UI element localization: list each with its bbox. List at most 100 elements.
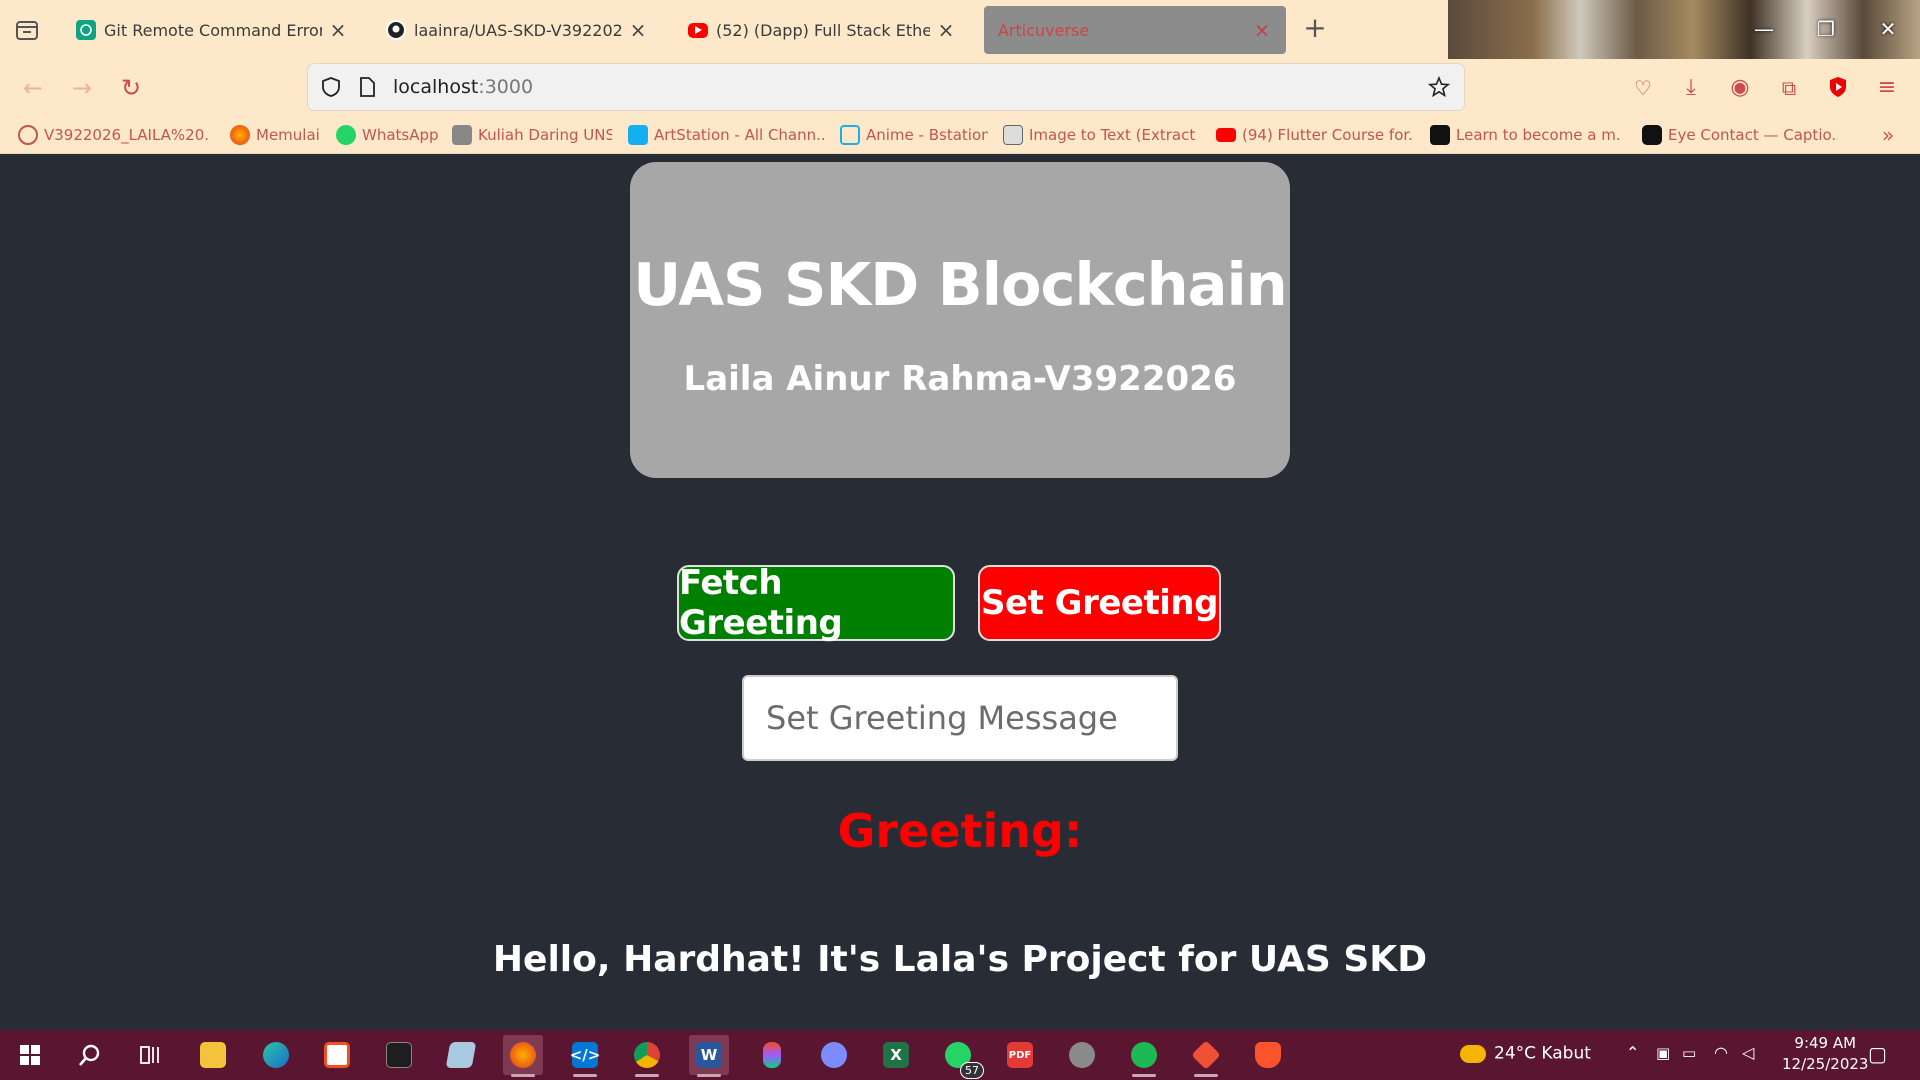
weather-icon (1460, 1044, 1486, 1063)
tab-title: Git Remote Command Error (104, 20, 322, 40)
title-bar-wallpaper (1448, 0, 1920, 59)
fetch-greeting-button[interactable]: Fetch Greeting (677, 563, 955, 643)
weather-text: 24°C Kabut (1494, 1043, 1591, 1064)
greeting-message-input[interactable] (742, 675, 1178, 761)
word-icon[interactable]: W (689, 1035, 729, 1077)
clock[interactable]: 9:49 AM 12/25/2023 (1782, 1033, 1868, 1075)
terminal-icon[interactable] (379, 1035, 419, 1075)
windows-taskbar: </> W X 57 PDF 24°C Kabut ⌃ ▣ ▭ ◠ ◁ 9:49… (0, 1030, 1920, 1080)
whatsapp-icon (336, 125, 356, 145)
openai-icon (76, 20, 96, 40)
bookmark-item[interactable]: V3922026_LAILA%20... (18, 124, 208, 146)
reload-icon[interactable]: ↻ (118, 75, 144, 101)
bookmark-item[interactable]: ArtStation - All Chann... (628, 124, 824, 146)
tab-articuverse-active[interactable]: Articuverse × (984, 6, 1286, 54)
running-indicator (573, 1074, 597, 1077)
bookmark-label: Image to Text (Extract ... (1029, 126, 1201, 144)
bookmark-label: (94) Flutter Course for... (1242, 126, 1412, 144)
battery-icon[interactable]: ▭ (1682, 1044, 1696, 1062)
task-view-icon[interactable] (130, 1035, 170, 1075)
author-subtitle: Laila Ainur Rahma-V3922026 (683, 359, 1237, 399)
bookmark-item[interactable]: Eye Contact — Captio... (1642, 124, 1838, 146)
back-icon[interactable]: ← (20, 75, 46, 101)
bookmark-item[interactable]: Learn to become a m... (1430, 124, 1622, 146)
bookmark-label: Kuliah Daring UNS (478, 126, 612, 144)
brave-icon[interactable] (1248, 1035, 1288, 1075)
bookmark-item[interactable]: Image to Text (Extract ... (1003, 124, 1201, 146)
set-greeting-button[interactable]: Set Greeting (978, 565, 1221, 641)
youtube-extension-icon[interactable] (1825, 75, 1851, 101)
volume-icon[interactable]: ◁ (1742, 1043, 1754, 1062)
extensions-icon[interactable]: ⧉ (1776, 75, 1802, 101)
notification-badge: 57 (960, 1062, 984, 1079)
running-indicator (1194, 1074, 1218, 1077)
weather-widget[interactable]: 24°C Kabut (1460, 1043, 1591, 1064)
tab-youtube[interactable]: (52) (Dapp) Full Stack Ethereum × (674, 6, 970, 54)
spotify-icon[interactable] (1124, 1035, 1164, 1077)
greeting-message: Hello, Hardhat! It's Lala's Project for … (492, 939, 1428, 980)
bookmark-label: Anime - Bstation (866, 126, 988, 144)
git-icon[interactable] (1186, 1035, 1226, 1077)
captions-icon (1642, 125, 1662, 145)
show-hidden-icons[interactable]: ⌃ (1626, 1043, 1639, 1062)
tab-github[interactable]: laainra/UAS-SKD-V3922026-LAI × (372, 6, 662, 54)
figma-icon[interactable] (752, 1035, 792, 1075)
header-card: UAS SKD Blockchain Laila Ainur Rahma-V39… (630, 162, 1290, 478)
app-icon[interactable] (1062, 1035, 1102, 1075)
tab-chatgpt[interactable]: Git Remote Command Error × (62, 6, 362, 54)
firefox-taskbar-icon[interactable] (503, 1035, 543, 1077)
notifications-icon[interactable]: ▢ (1868, 1042, 1887, 1066)
bookmarks-toolbar: V3922026_LAILA%20... Memulai WhatsApp Ku… (0, 117, 1920, 154)
excel-icon[interactable]: X (876, 1035, 916, 1075)
file-explorer-icon[interactable] (193, 1035, 233, 1075)
downloads-icon[interactable]: ⤓ (1678, 75, 1704, 101)
bookmark-item[interactable]: (94) Flutter Course for... (1216, 124, 1412, 146)
active-indicator (511, 1074, 535, 1077)
close-tab-icon[interactable]: × (628, 20, 648, 40)
account-icon[interactable]: ◉ (1727, 75, 1753, 101)
greeting-label: Greeting: (837, 804, 1083, 858)
pocket-icon[interactable]: ♡ (1630, 75, 1656, 101)
clock-date: 12/25/2023 (1782, 1055, 1869, 1073)
meet-now-icon[interactable]: ▣ (1656, 1044, 1670, 1062)
wifi-icon[interactable]: ◠ (1714, 1043, 1728, 1062)
shield-icon[interactable] (320, 76, 342, 98)
bilibili-icon (840, 125, 860, 145)
close-window-icon[interactable]: ✕ (1870, 14, 1906, 44)
restore-icon[interactable]: ❐ (1808, 14, 1844, 44)
globe-icon (18, 125, 38, 145)
minimize-icon[interactable]: — (1746, 14, 1782, 44)
github-desktop-icon[interactable] (814, 1035, 854, 1075)
tab-list-icon[interactable] (13, 16, 41, 44)
page-icon[interactable] (356, 76, 378, 98)
bookmark-label: Memulai (256, 126, 320, 144)
close-tab-icon[interactable]: × (328, 20, 348, 40)
notes-icon[interactable] (441, 1035, 481, 1075)
bookmark-item[interactable]: WhatsApp (336, 124, 446, 146)
address-bar[interactable]: localhost:3000 (308, 64, 1464, 110)
close-tab-icon[interactable]: × (936, 20, 956, 40)
bookmark-item[interactable]: Anime - Bstation (840, 124, 988, 146)
running-indicator (697, 1074, 721, 1077)
search-icon[interactable] (70, 1035, 110, 1075)
forward-icon[interactable]: → (69, 75, 95, 101)
whatsapp-taskbar-icon[interactable]: 57 (938, 1035, 984, 1079)
url-text[interactable]: localhost:3000 (393, 76, 533, 98)
pdf-editor-icon[interactable]: PDF (1000, 1035, 1040, 1075)
more-bookmarks-icon[interactable]: » (1882, 124, 1906, 146)
bookmark-star-icon[interactable] (1427, 75, 1451, 98)
new-tab-icon[interactable]: + (1302, 14, 1328, 44)
close-tab-icon[interactable]: × (1252, 20, 1272, 40)
bookmark-item[interactable]: Kuliah Daring UNS (452, 124, 612, 146)
start-icon[interactable] (10, 1035, 50, 1075)
edge-icon[interactable] (256, 1035, 296, 1075)
tab-title: Articuverse (998, 20, 1090, 40)
bookmark-item[interactable]: Memulai (230, 124, 330, 146)
chrome-icon[interactable] (627, 1035, 667, 1077)
vscode-icon[interactable]: </> (565, 1035, 605, 1077)
running-indicator (635, 1074, 659, 1077)
bookmark-label: ArtStation - All Chann... (654, 126, 824, 144)
store-icon[interactable] (317, 1035, 357, 1075)
menu-icon[interactable]: ≡ (1874, 75, 1900, 101)
bookmark-label: WhatsApp (362, 126, 439, 144)
